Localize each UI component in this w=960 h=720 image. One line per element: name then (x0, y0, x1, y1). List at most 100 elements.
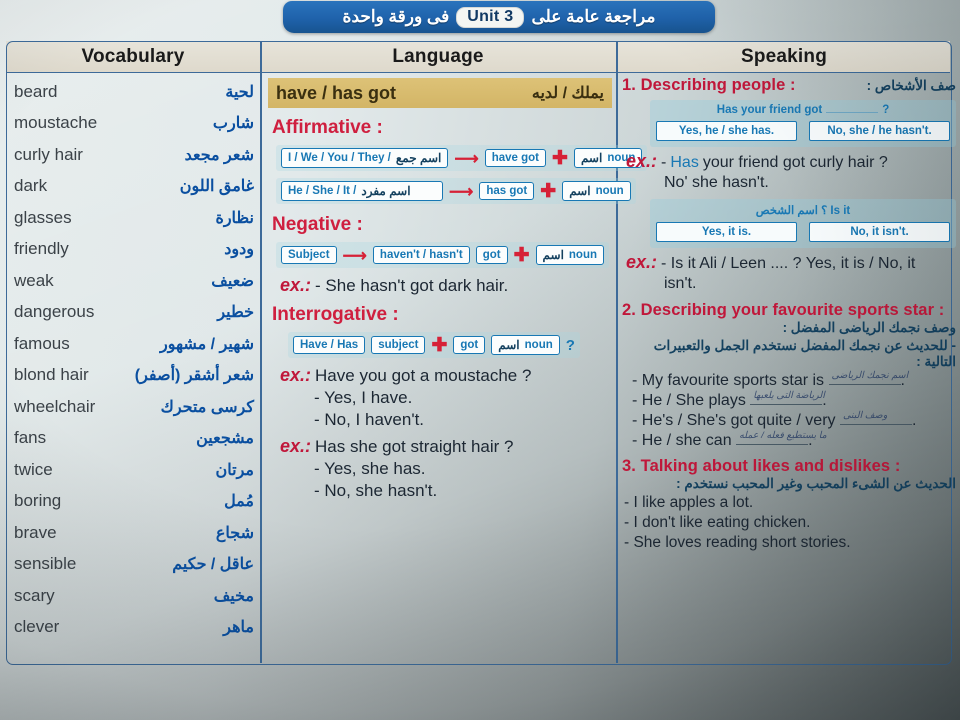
unit-pill: Unit 3 (456, 6, 525, 28)
vocab-row: weak ضعيف (8, 265, 258, 297)
vocab-ar: مشجعين (196, 430, 254, 448)
section-3-title-ar: الحديث عن الشىء المحبب وغير المحبب نستخد… (676, 476, 956, 491)
ex-line2-pre: No' she (664, 174, 723, 191)
answer-no-box-2: No, it isn't. (809, 222, 950, 242)
vocab-ar: ودود (224, 241, 254, 259)
dialogue-question-pre: Has your friend got (716, 104, 823, 116)
vocab-ar: مُمل (224, 493, 254, 511)
header-speaking: Speaking (740, 46, 828, 67)
plus-icon: ✚ (431, 334, 448, 356)
ex-text: - She hasn't got dark hair. (315, 276, 509, 295)
interrogative-example-1: ex.: Have you got a moustache ? (280, 365, 612, 386)
ex-text: - Is it Ali / Leen .... ? Yes, it is / N… (661, 255, 916, 272)
ex-highlight: Has (670, 154, 699, 171)
banner-text-right: مراجعة عامة على (531, 7, 656, 26)
vocab-en: brave (14, 522, 57, 542)
bullet-text: - My favourite sports star is (632, 372, 825, 389)
vocab-en: sensible (14, 554, 77, 574)
vocab-ar: شجاع (215, 524, 254, 542)
interrogative-formula: Have / Has subject ✚ got اسم noun ? (288, 332, 580, 358)
vocab-en: clever (14, 617, 60, 637)
dialogue-box-is-it: ؟ اسم الشخص Is it Yes, it is. No, it isn… (650, 199, 956, 248)
vocab-en: beard (14, 81, 58, 101)
vocab-en: dangerous (14, 302, 95, 322)
section-3-title: 3. Talking about likes and dislikes : (622, 457, 901, 475)
vocab-row: beard لحية (8, 76, 258, 108)
negative-formula: Subject ⟶ haven't / hasn't got ✚ اسم nou… (276, 242, 610, 268)
vocab-row: moustache شارب (8, 108, 258, 140)
vocab-ar: مرتان (215, 461, 254, 479)
vocab-en: famous (14, 333, 70, 353)
ex-rest: your friend got curly hair ? (702, 154, 888, 171)
speaking-example-2: ex.: - Is it Ali / Leen .... ? Yes, it i… (626, 252, 956, 273)
vocab-ar: ضعيف (211, 272, 254, 290)
plus-icon: ✚ (552, 147, 568, 169)
ex-label: ex.: (626, 252, 658, 272)
ex-label: ex.: (626, 151, 658, 171)
vocab-ar: خطير (217, 304, 254, 322)
ex-line2-highlight: hasn't. (722, 174, 769, 191)
noun-ar: اسم (498, 338, 520, 352)
handwritten-hint: ما يستطيع فعله / عمله (739, 430, 827, 441)
noun-en: noun (595, 185, 624, 197)
column-divider-2 (616, 41, 618, 663)
ex-text: Has she got straight hair ? (315, 437, 514, 456)
vocab-ar: غامق اللون (179, 178, 254, 196)
have-has-got-ar: يملك / لديه (531, 85, 604, 102)
vocab-ar: مخيف (213, 587, 254, 605)
section-2-title-ar: وصف نجمك الرياضى المفضل : (782, 320, 956, 335)
vocab-en: moustache (14, 113, 98, 133)
vocab-ar: نظارة (215, 209, 254, 227)
plus-icon: ✚ (513, 244, 530, 266)
dialogue-answers: Yes, he / she has. No, she / he hasn't. (656, 121, 950, 141)
negative-example: ex.: - She hasn't got dark hair. (280, 275, 612, 296)
dialogue-question: Has your friend got? (656, 104, 950, 116)
vocab-en: friendly (14, 239, 69, 259)
subject-box: Subject (281, 246, 337, 264)
vocab-ar: لحية (225, 83, 254, 101)
vocab-en: dark (14, 176, 48, 196)
unit-banner: مراجعة عامة على Unit 3 فى ورقة واحدة (283, 1, 715, 33)
speaking-column: 1. Describing people : صف الأشخاص : Has … (622, 76, 956, 553)
vocab-row: dangerous خطير (8, 297, 258, 329)
fill-blank: وصف البنى (839, 410, 912, 425)
noun-en: noun (524, 339, 553, 351)
answer-no-box: No, she / he hasn't. (809, 121, 950, 141)
dialogue-question-en: Is it (830, 205, 851, 217)
subject-box-plural: I / We / You / They / اسم جمع (281, 148, 449, 168)
section-2-bullet: - He / She plays الرياضة التى يلعبها. (632, 390, 827, 409)
vocab-en: boring (14, 491, 62, 511)
language-column: have / has got يملك / لديه Affirmative :… (268, 78, 648, 503)
section-2-bullet: - He / she can ما يستطيع فعله / عمله. (632, 430, 827, 449)
speaking-section-2: 2. Describing your favourite sports star… (622, 301, 956, 450)
subject-en: I / We / You / They / (288, 152, 391, 164)
interrogative-answer-yes: - Yes, I have. (314, 388, 413, 407)
noun-box: اسم noun (562, 181, 631, 201)
got-box: got (453, 336, 486, 354)
vocab-row: scary مخيف (8, 580, 258, 612)
ex-label: ex.: (280, 365, 312, 385)
speaking-example-2-line2: isn't. (664, 275, 697, 292)
vocab-en: weak (14, 270, 54, 290)
handwritten-hint: وصف البنى (842, 410, 888, 421)
arrow-icon: ⟶ (454, 148, 479, 168)
vocab-row: glasses نظارة (8, 202, 258, 234)
got-box: got (475, 246, 508, 264)
fill-blank: ما يستطيع فعله / عمله (736, 430, 827, 445)
vocab-ar: شهير / مشهور (160, 335, 254, 353)
plus-icon: ✚ (540, 180, 557, 202)
speaking-example-1: ex.: - Has your friend got curly hair ? (626, 151, 956, 172)
vocab-row: boring مُمل (8, 486, 258, 518)
vocab-ar: شعر مجعد (184, 146, 254, 164)
header-vocabulary: Vocabulary (81, 46, 185, 67)
subject-box-singular: He / She / It / اسم مفرد (281, 181, 443, 201)
vocab-row: famous شهير / مشهور (8, 328, 258, 360)
interrogative-answer-no-2: - No, she hasn't. (314, 481, 438, 500)
ex-dash: - (661, 154, 667, 171)
vocab-row: wheelchair كرسى متحرك (8, 391, 258, 423)
subject-en: He / She / It / (288, 185, 357, 197)
noun-en: noun (568, 249, 598, 261)
affirmative-formula-plural: I / We / You / They / اسم جمع ⟶ have got… (276, 145, 648, 171)
noun-box: اسم noun (491, 335, 560, 355)
section-3-line: - She loves reading short stories. (624, 534, 851, 551)
